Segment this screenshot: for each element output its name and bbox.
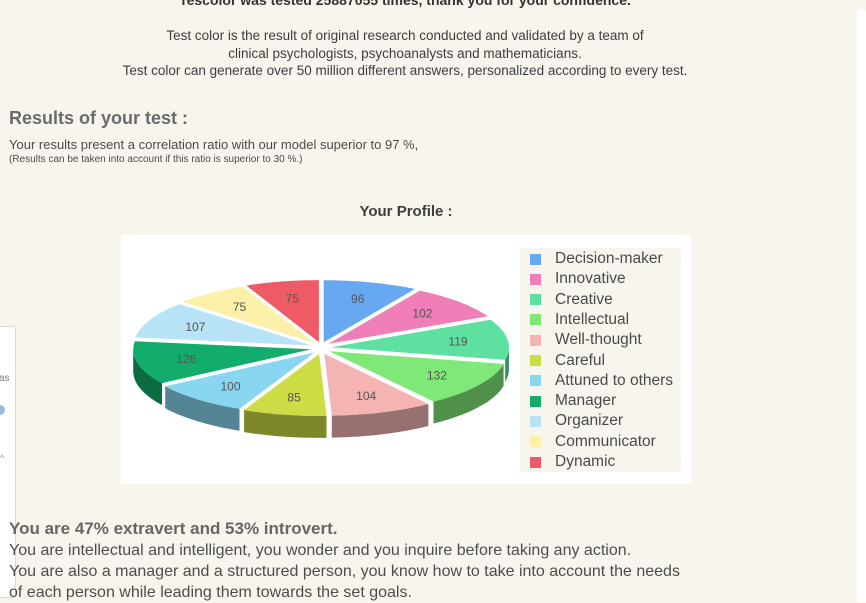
legend-swatch <box>530 294 541 306</box>
side-panel-tag: as <box>0 373 10 384</box>
pie-value-label: 102 <box>412 307 432 321</box>
intro-line-2: clinical psychologists, psychoanalysts a… <box>228 45 582 61</box>
legend-swatch <box>530 314 541 326</box>
legend-label: Manager <box>555 392 617 410</box>
intro-line-1: Test color is the result of original res… <box>166 28 644 43</box>
chevron-up-icon[interactable]: ^ <box>0 453 4 463</box>
legend-swatch <box>530 334 541 346</box>
pie-value-label: 96 <box>351 292 365 306</box>
test-count-banner: Tescolor was tested 25887055 times, than… <box>179 0 631 8</box>
legend-label: Careful <box>555 351 605 369</box>
help-icon[interactable] <box>0 405 5 415</box>
legend-item: Creative <box>520 291 613 309</box>
pie-value-label: 100 <box>220 379 240 393</box>
description-line-1: You are intellectual and intelligent, yo… <box>9 542 632 559</box>
correlation-ratio-text: Your results present a correlation ratio… <box>9 137 419 152</box>
intro-text: Test color is the result of original res… <box>0 27 810 80</box>
pie-value-label: 119 <box>448 335 467 349</box>
correlation-ratio-note: (Results can be taken into account if th… <box>9 154 303 165</box>
legend-label: Innovative <box>555 270 626 288</box>
legend-item: Dynamic <box>520 453 615 471</box>
legend-swatch <box>530 436 541 448</box>
legend-item: Communicator <box>520 433 656 451</box>
legend-swatch <box>530 253 541 265</box>
pie-value-label: 85 <box>287 391 301 405</box>
legend-label: Intellectual <box>555 310 630 328</box>
legend-swatch <box>530 456 541 468</box>
legend-item: Intellectual <box>520 311 629 329</box>
legend-item: Organizer <box>520 412 623 430</box>
legend-item: Attuned to others <box>520 372 673 390</box>
legend-swatch <box>530 395 541 407</box>
legend-swatch <box>530 415 541 427</box>
legend-item: Well-thought <box>520 331 642 349</box>
legend-label: Creative <box>555 290 613 308</box>
profile-title: Your Profile : <box>359 203 453 220</box>
legend-swatch <box>530 273 541 285</box>
pie-value-label: 126 <box>176 352 196 366</box>
pie-chart: 96 102 119 132 104 85 100 126 107 75 75 <box>133 280 509 438</box>
legend-swatch <box>530 355 541 366</box>
intro-line-3: Test color can generate over 50 million … <box>122 63 688 78</box>
legend-label: Communicator <box>555 432 656 450</box>
profile-chart: 96 102 119 132 104 85 100 126 107 75 75 Decision-m… <box>121 235 691 484</box>
pie-value-label: 75 <box>233 300 247 314</box>
legend-swatch <box>530 375 541 387</box>
extravert-summary: You are 47% extravert and 53% introvert. <box>9 519 338 538</box>
legend-label: Dynamic <box>555 453 616 470</box>
legend-item: Careful <box>520 352 605 370</box>
pie-value-label: 75 <box>286 292 300 306</box>
legend-item: Innovative <box>520 270 626 288</box>
legend-label: Organizer <box>555 412 624 430</box>
legend-item: Manager <box>520 392 616 410</box>
legend-label: Decision-maker <box>555 250 663 267</box>
description-line-3: of each person while leading them toward… <box>9 584 412 601</box>
description-line-2: You are also a manager and a structured … <box>9 563 680 580</box>
window-edge <box>857 10 866 602</box>
pie-value-label: 107 <box>185 320 205 334</box>
results-title: Results of your test : <box>9 108 189 128</box>
legend-label: Well-thought <box>555 331 642 349</box>
legend-item: Decision-maker <box>520 250 663 268</box>
pie-value-label: 132 <box>427 369 447 383</box>
pie-value-label: 104 <box>356 389 376 403</box>
chart-legend: Decision-maker Innovative Creative Intellec… <box>520 248 681 472</box>
legend-label: Attuned to others <box>555 371 674 389</box>
